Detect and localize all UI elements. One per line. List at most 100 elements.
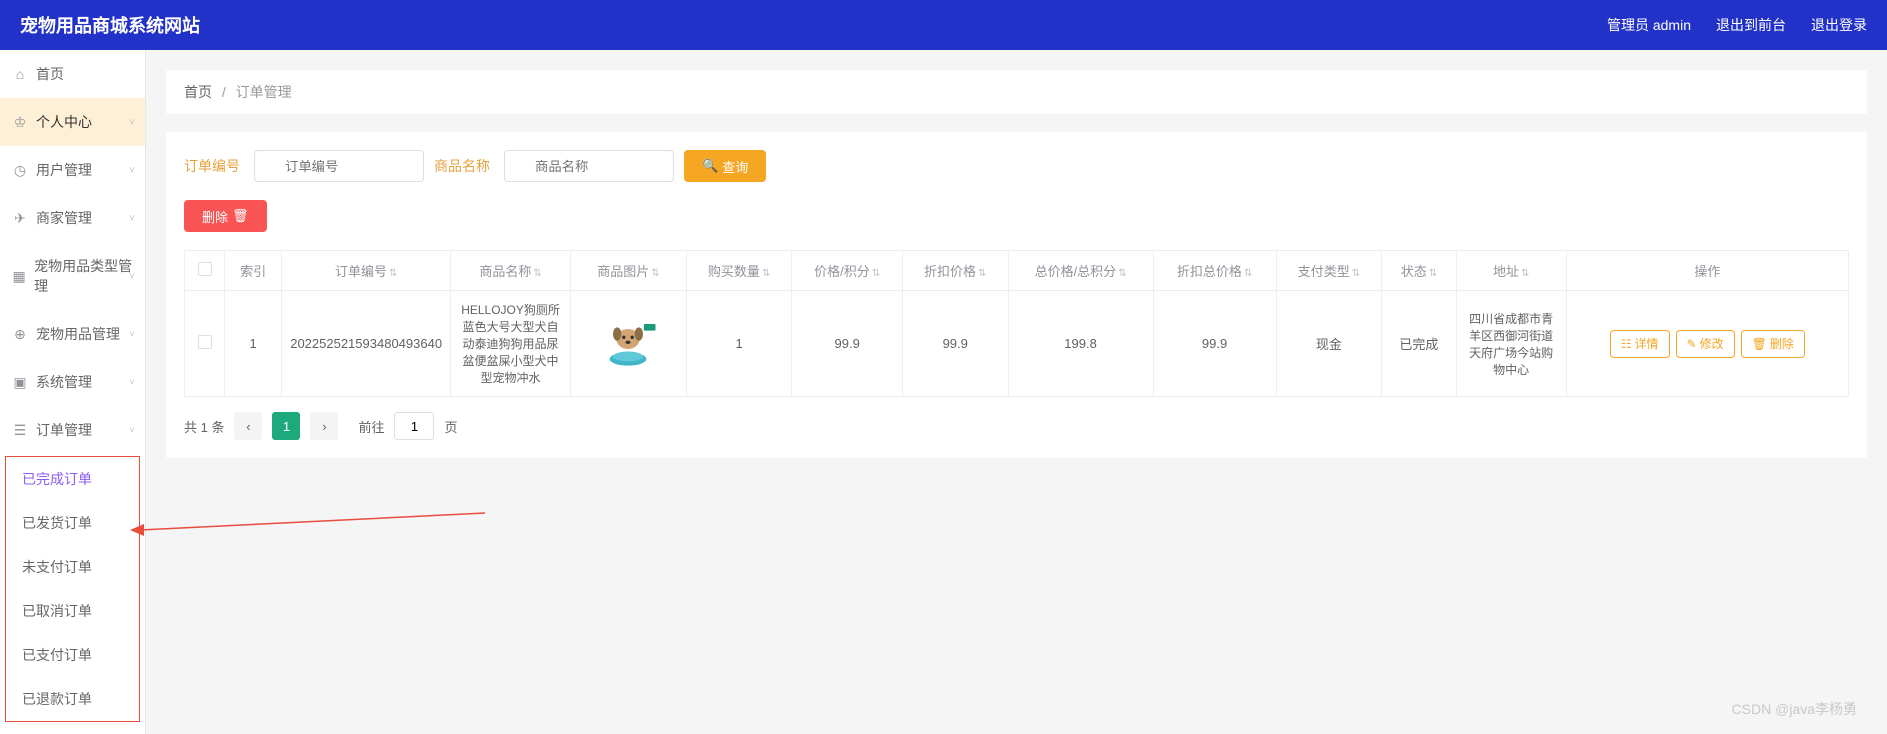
sidebar-item-profile[interactable]: ♔ 个人中心 ˅ <box>0 98 145 146</box>
admin-label[interactable]: 管理员 admin <box>1607 15 1691 35</box>
chevron-down-icon: ˅ <box>129 377 135 388</box>
pagination-total: 共 1 条 <box>184 417 224 436</box>
query-button[interactable]: 🔍 查询 <box>684 150 766 182</box>
cell-pay-type: 现金 <box>1276 291 1382 397</box>
col-order-no[interactable]: 订单编号⇅ <box>282 251 451 291</box>
home-icon: ⌂ <box>12 66 28 82</box>
breadcrumb-home[interactable]: 首页 <box>184 84 212 100</box>
order-table: 索引 订单编号⇅ 商品名称⇅ 商品图片⇅ 购买数量⇅ 价格/积分⇅ 折扣价格⇅ … <box>184 250 1849 397</box>
sidebar-item-home[interactable]: ⌂ 首页 <box>0 50 145 98</box>
exit-frontend-link[interactable]: 退出到前台 <box>1716 15 1786 35</box>
col-product-name[interactable]: 商品名称⇅ <box>451 251 571 291</box>
sidebar-item-orders[interactable]: ☰ 订单管理 ˅ <box>0 406 145 454</box>
pagination: 共 1 条 ‹ 1 › 前往 页 <box>184 412 1849 440</box>
search-row: 订单编号 🔍 商品名称 🔍 🔍 查询 <box>184 150 1849 182</box>
sort-icon: ⇅ <box>651 268 659 279</box>
content-panel: 订单编号 🔍 商品名称 🔍 🔍 查询 删除 🗑 <box>166 132 1867 458</box>
order-submenu: 已完成订单 已发货订单 未支付订单 已取消订单 已支付订单 已退款订单 <box>5 456 140 722</box>
logout-link[interactable]: 退出登录 <box>1811 15 1867 35</box>
sidebar-item-users[interactable]: ◷ 用户管理 ˅ <box>0 146 145 194</box>
goto-page-input[interactable] <box>394 412 434 440</box>
sort-icon: ⇅ <box>1118 268 1126 279</box>
page-suffix: 页 <box>444 417 457 436</box>
globe-icon: ⊕ <box>12 326 28 343</box>
col-actions: 操作 <box>1566 251 1848 291</box>
goto-label: 前往 <box>358 417 384 436</box>
grid-icon: ▦ <box>12 268 26 285</box>
cell-quantity: 1 <box>686 291 792 397</box>
breadcrumb: 首页 / 订单管理 <box>166 70 1867 114</box>
chevron-down-icon: ˅ <box>129 271 135 282</box>
col-index[interactable]: 索引 <box>225 251 282 291</box>
cell-order-no: 202252521593480493640 <box>282 291 451 397</box>
header-right: 管理员 admin 退出到前台 退出登录 <box>1607 15 1867 35</box>
submenu-paid[interactable]: 已支付订单 <box>6 633 139 677</box>
send-icon: ✈ <box>12 210 28 227</box>
sort-icon: ⇅ <box>1352 268 1360 279</box>
prev-page-button[interactable]: ‹ <box>234 412 262 440</box>
row-checkbox[interactable] <box>198 335 212 349</box>
col-image[interactable]: 商品图片⇅ <box>571 251 687 291</box>
cell-status: 已完成 <box>1382 291 1457 397</box>
detail-button[interactable]: ☷ 详情 <box>1610 330 1670 358</box>
list-icon: ☰ <box>12 422 28 439</box>
sort-icon: ⇅ <box>1429 268 1437 279</box>
archive-icon: ▣ <box>12 374 28 391</box>
sidebar-label: 用户管理 <box>36 160 92 180</box>
cell-actions: ☷ 详情 ✎ 修改 🗑 删除 <box>1566 291 1848 397</box>
sidebar-label: 宠物用品管理 <box>36 324 120 344</box>
sidebar-label: 首页 <box>36 64 64 84</box>
detail-icon: ☷ <box>1621 337 1632 351</box>
sidebar-label: 商家管理 <box>36 208 92 228</box>
edit-icon: ✎ <box>1687 337 1697 351</box>
cell-discount-total: 99.9 <box>1153 291 1276 397</box>
col-pay-type[interactable]: 支付类型⇅ <box>1276 251 1382 291</box>
col-discount[interactable]: 折扣价格⇅ <box>902 251 1008 291</box>
delete-button[interactable]: 删除 🗑 <box>184 200 267 232</box>
page-number-button[interactable]: 1 <box>272 412 300 440</box>
cell-product-name: HELLOJOY狗厕所蓝色大号大型犬自动泰迪狗狗用品尿盆便盆屎小型犬中型宠物冲水 <box>451 291 571 397</box>
action-row: 删除 🗑 <box>184 200 1849 232</box>
col-address[interactable]: 地址⇅ <box>1456 251 1566 291</box>
order-no-input[interactable] <box>254 150 424 182</box>
cell-image <box>571 291 687 397</box>
sidebar: ⌂ 首页 ♔ 个人中心 ˅ ◷ 用户管理 ˅ ✈ 商家管理 ˅ ▦ 宠物用品类型… <box>0 50 146 734</box>
sidebar-label: 订单管理 <box>36 420 92 440</box>
trash-icon: 🗑 <box>232 208 249 224</box>
clock-icon: ◷ <box>12 162 28 179</box>
sidebar-label: 系统管理 <box>36 372 92 392</box>
edit-button[interactable]: ✎ 修改 <box>1676 330 1735 358</box>
sort-icon: ⇅ <box>389 268 397 279</box>
sidebar-item-product-types[interactable]: ▦ 宠物用品类型管理 ˅ <box>0 242 145 310</box>
breadcrumb-current: 订单管理 <box>236 84 292 100</box>
sidebar-item-merchants[interactable]: ✈ 商家管理 ˅ <box>0 194 145 242</box>
product-name-input[interactable] <box>504 150 674 182</box>
col-status[interactable]: 状态⇅ <box>1382 251 1457 291</box>
col-quantity[interactable]: 购买数量⇅ <box>686 251 792 291</box>
app-title: 宠物用品商城系统网站 <box>20 12 200 38</box>
watermark: CSDN @java李杨勇 <box>1732 699 1857 719</box>
cell-index: 1 <box>225 291 282 397</box>
cell-address: 四川省成都市青羊区西御河街道天府广场今站购物中心 <box>1456 291 1566 397</box>
search-icon: 🔍 <box>702 158 718 174</box>
col-discount-total[interactable]: 折扣总价格⇅ <box>1153 251 1276 291</box>
sort-icon: ⇅ <box>762 268 770 279</box>
trash-icon: 🗑 <box>1752 337 1767 351</box>
submenu-refunded[interactable]: 已退款订单 <box>6 677 139 721</box>
sidebar-item-products[interactable]: ⊕ 宠物用品管理 ˅ <box>0 310 145 358</box>
row-delete-button[interactable]: 🗑 删除 <box>1741 330 1805 358</box>
select-all-checkbox[interactable] <box>198 262 212 276</box>
submenu-shipped[interactable]: 已发货订单 <box>6 501 139 545</box>
submenu-cancelled[interactable]: 已取消订单 <box>6 589 139 633</box>
submenu-unpaid[interactable]: 未支付订单 <box>6 545 139 589</box>
chevron-down-icon: ˅ <box>129 165 135 176</box>
submenu-completed[interactable]: 已完成订单 <box>6 457 139 501</box>
chevron-down-icon: ˅ <box>129 213 135 224</box>
dog-image-icon <box>598 319 658 369</box>
col-price[interactable]: 价格/积分⇅ <box>792 251 902 291</box>
table-row: 1 202252521593480493640 HELLOJOY狗厕所蓝色大号大… <box>185 291 1849 397</box>
sidebar-label: 宠物用品类型管理 <box>34 256 133 296</box>
next-page-button[interactable]: › <box>310 412 338 440</box>
col-total[interactable]: 总价格/总积分⇅ <box>1008 251 1153 291</box>
sidebar-item-system[interactable]: ▣ 系统管理 ˅ <box>0 358 145 406</box>
